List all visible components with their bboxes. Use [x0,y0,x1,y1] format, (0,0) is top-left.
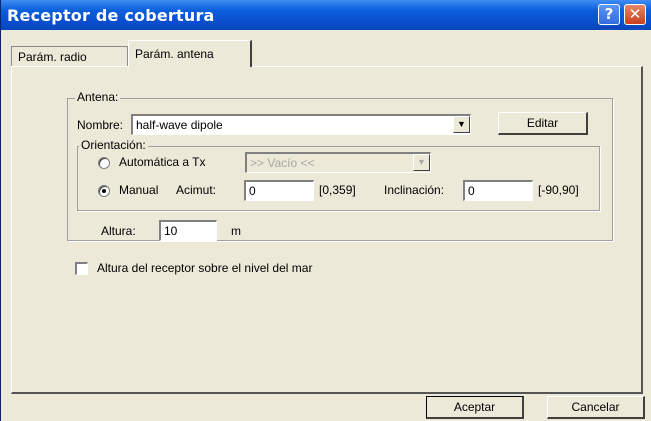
altura-unit: m [231,224,241,238]
nombre-combo[interactable]: half-wave dipole ▼ [131,114,471,135]
manual-radio[interactable] [98,185,110,197]
inclinacion-range: [-90,90] [538,183,579,197]
acimut-input[interactable]: 0 [244,180,314,201]
close-button[interactable]: ✕ [624,4,646,25]
inclinacion-label: Inclinación: [384,183,445,197]
cancelar-button[interactable]: Cancelar [547,396,645,419]
dialog-window: Receptor de cobertura ? ✕ Parám. radio P… [0,0,651,421]
tab-antena[interactable]: Parám. antena [128,40,252,67]
title-bar[interactable]: Receptor de cobertura ? ✕ [1,0,651,30]
nombre-value: half-wave dipole [136,118,223,132]
auto-radio[interactable] [98,157,110,169]
nombre-label: Nombre: [77,118,124,132]
tx-combo-value: >> Vacío << [250,156,315,170]
tx-combo[interactable]: >> Vacío << ▼ [245,152,431,173]
nivel-mar-checkbox[interactable] [75,262,88,275]
acimut-range: [0,359] [319,183,356,197]
help-button[interactable]: ? [598,4,620,25]
editar-button[interactable]: Editar [498,112,588,135]
chevron-down-icon[interactable]: ▼ [453,116,470,133]
nivel-mar-label: Altura del receptor sobre el nivel del m… [97,261,313,275]
window-title: Receptor de cobertura [7,6,215,25]
inclinacion-input[interactable]: 0 [463,180,533,201]
auto-radio-label: Automática a Tx [119,155,206,169]
orientacion-group-label: Orientación: [79,138,148,152]
aceptar-button[interactable]: Aceptar [426,396,524,419]
manual-radio-label: Manual [119,183,159,197]
chevron-down-icon[interactable]: ▼ [413,154,430,171]
acimut-label: Acimut: [176,183,217,197]
tab-radio[interactable]: Parám. radio [11,46,128,66]
altura-label: Altura: [101,224,136,238]
altura-input[interactable]: 10 [159,220,217,241]
antena-group-label: Antena: [75,90,121,104]
